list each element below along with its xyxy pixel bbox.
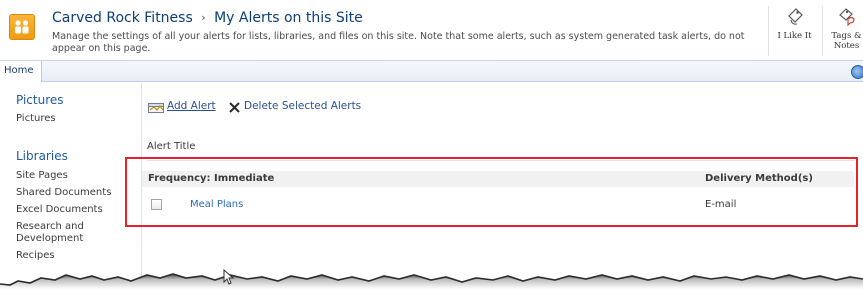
delete-selected-alerts-label: Delete Selected Alerts xyxy=(244,100,362,112)
ql-heading-libraries[interactable]: Libraries xyxy=(16,149,68,163)
alert-title-column-header: Alert Title xyxy=(147,141,196,152)
site-logo-icon[interactable] xyxy=(9,14,35,40)
ql-item-research-and-development[interactable]: Research and Development xyxy=(16,221,126,245)
help-icon[interactable] xyxy=(851,65,863,79)
page-description: Manage the settings of all your alerts f… xyxy=(52,31,745,54)
page-title: My Alerts on this Site xyxy=(214,10,363,26)
i-like-it-label: I Like It xyxy=(777,31,812,41)
breadcrumb-separator: › xyxy=(201,11,206,24)
ql-heading-pictures[interactable]: Pictures xyxy=(16,93,64,107)
mouse-cursor-icon xyxy=(223,269,235,285)
add-alert-button[interactable]: Add Alert xyxy=(148,100,216,116)
tags-notes-icon xyxy=(838,8,855,27)
title-banner: Carved Rock Fitness › My Alerts on this … xyxy=(0,0,863,59)
add-alert-label: Add Alert xyxy=(167,100,216,112)
torn-edge-decoration xyxy=(0,273,863,289)
delete-x-icon xyxy=(229,102,240,113)
add-alert-icon xyxy=(148,103,164,113)
ql-item-excel-documents[interactable]: Excel Documents xyxy=(16,204,103,216)
site-title-link[interactable]: Carved Rock Fitness xyxy=(52,10,193,26)
highlight-annotation-box xyxy=(125,157,858,227)
i-like-it-button[interactable]: I Like It xyxy=(768,6,818,56)
top-navigation-bar: Home xyxy=(0,60,863,82)
tab-home[interactable]: Home xyxy=(0,61,42,82)
tags-and-notes-button[interactable]: Tags & Notes xyxy=(822,6,863,56)
i-like-it-icon xyxy=(787,8,803,25)
ql-item-pictures[interactable]: Pictures xyxy=(16,113,56,125)
delete-selected-alerts-button[interactable]: Delete Selected Alerts xyxy=(229,100,361,116)
tags-notes-label: Tags & Notes xyxy=(831,31,862,51)
breadcrumb: Carved Rock Fitness › My Alerts on this … xyxy=(52,10,363,26)
ql-item-site-pages[interactable]: Site Pages xyxy=(16,170,68,182)
ql-item-shared-documents[interactable]: Shared Documents xyxy=(16,187,111,199)
